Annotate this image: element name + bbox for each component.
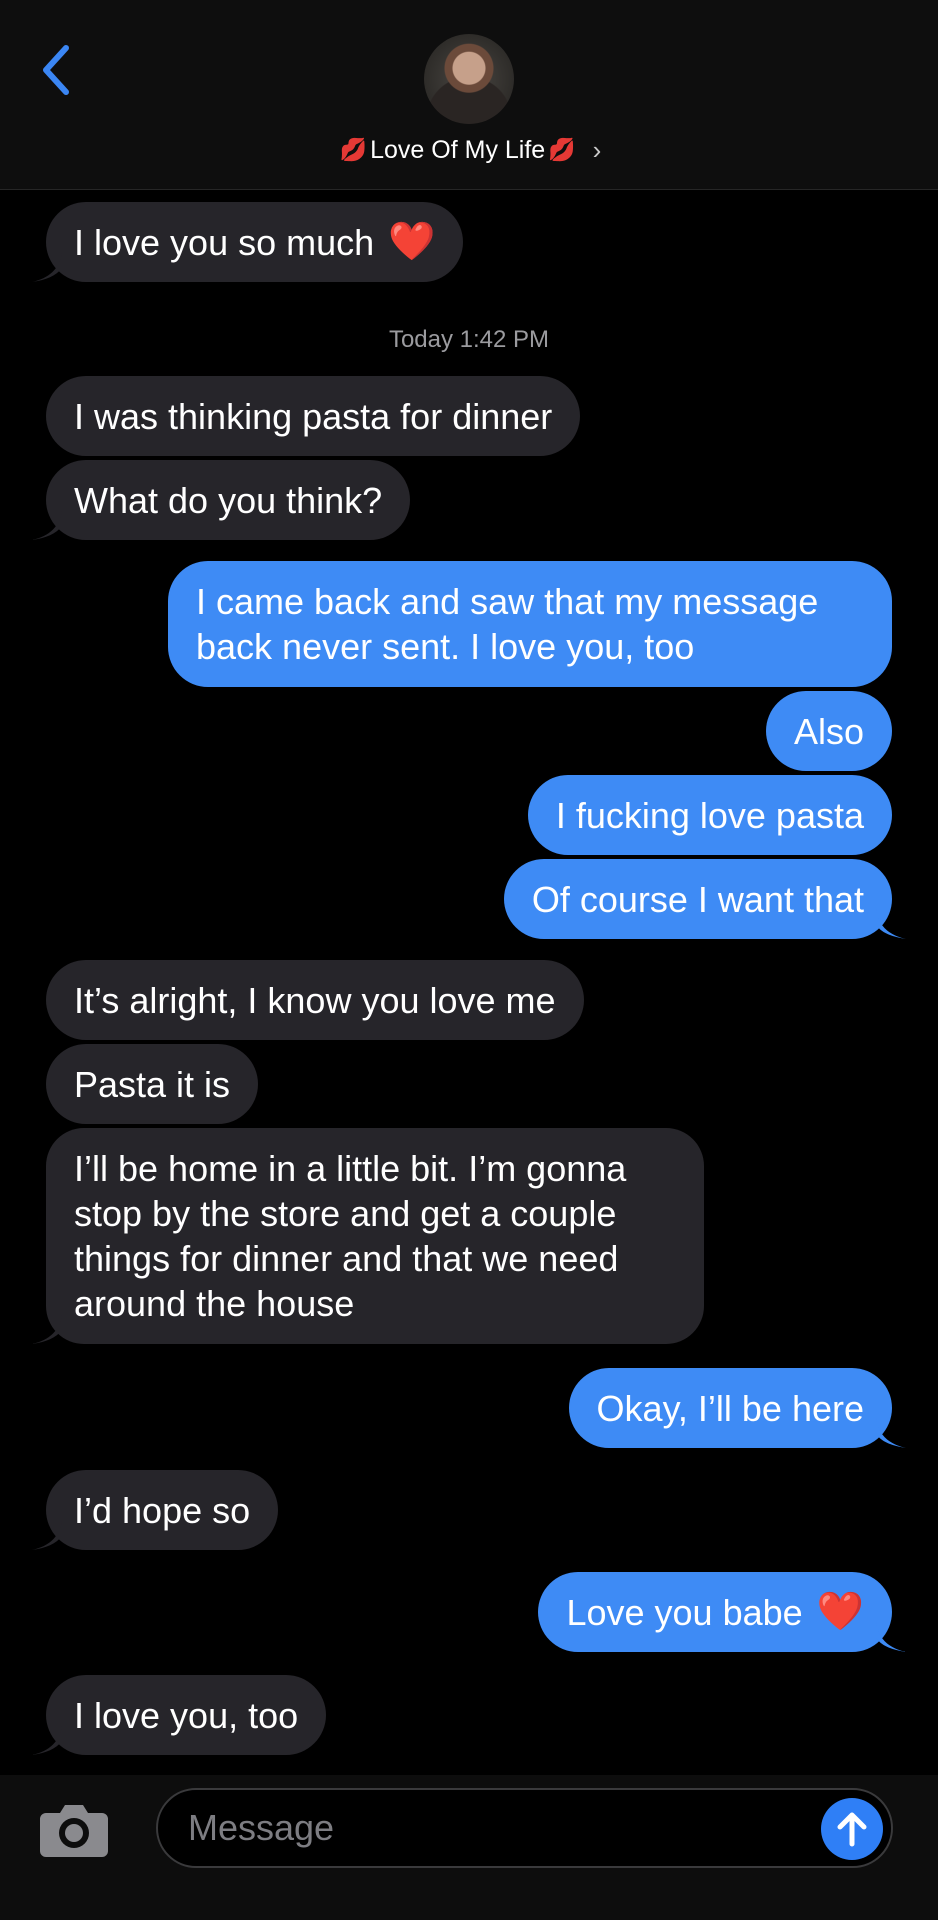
- contact-avatar[interactable]: [424, 34, 514, 124]
- incoming-message[interactable]: I was thinking pasta for dinner: [46, 376, 581, 456]
- camera-button[interactable]: [38, 1799, 110, 1859]
- thread-timestamp: Today 1:42 PM: [388, 326, 550, 353]
- incoming-message[interactable]: I’ll be home in a little bit. I’m gonna …: [32, 1128, 704, 1344]
- message-line: back never sent. I love you, too: [196, 626, 695, 667]
- bubble-tail: [32, 1314, 62, 1344]
- outgoing-message[interactable]: I fucking love pasta: [527, 775, 892, 855]
- back-button[interactable]: [30, 40, 80, 100]
- message-thread[interactable]: I love you so much ❤️ Today 1:42 PM I wa…: [0, 190, 938, 1775]
- bubble-tail: [876, 1622, 906, 1652]
- message-field[interactable]: [156, 1788, 893, 1868]
- heart-emoji: ❤️: [388, 220, 436, 263]
- message-text: I was thinking pasta for dinner: [74, 395, 553, 437]
- message-text: I’d hope so: [74, 1489, 251, 1531]
- contact-name-button[interactable]: 💋 Love Of My Life 💋 ›: [0, 130, 938, 170]
- conversation-header: 💋 Love Of My Life 💋 ›: [0, 0, 938, 190]
- message-text: I love you, too: [74, 1694, 299, 1736]
- incoming-message[interactable]: I love you, too: [32, 1675, 327, 1755]
- message-text: Okay, I’ll be here: [596, 1387, 864, 1429]
- message-line: stop by the store and get a couple: [74, 1193, 617, 1234]
- message-text: I love you so much: [74, 221, 375, 263]
- arrow-up-icon: [837, 1812, 867, 1847]
- outgoing-message[interactable]: Love you babe ❤️: [538, 1572, 906, 1652]
- outgoing-message[interactable]: Also: [765, 691, 892, 771]
- bubble-tail: [32, 252, 62, 282]
- message-text: Of course I want that: [531, 878, 864, 920]
- message-line: I’ll be home in a little bit. I’m gonna: [74, 1148, 627, 1189]
- message-text: Also: [793, 710, 864, 752]
- bubble-tail: [876, 909, 906, 939]
- message-line: around the house: [74, 1283, 355, 1324]
- outgoing-message[interactable]: Okay, I’ll be here: [568, 1368, 906, 1448]
- message-composer: [0, 1775, 938, 1920]
- message-text: I fucking love pasta: [555, 794, 864, 836]
- camera-icon: [40, 1805, 108, 1857]
- incoming-message[interactable]: It’s alright, I know you love me: [46, 960, 584, 1040]
- message-line: things for dinner and that we need: [74, 1238, 619, 1279]
- bubble-tail: [32, 1520, 62, 1550]
- incoming-message[interactable]: Pasta it is: [46, 1044, 259, 1124]
- bubble-tail: [32, 510, 62, 540]
- bubble-tail: [876, 1418, 906, 1448]
- message-input[interactable]: [188, 1790, 788, 1866]
- outgoing-message[interactable]: Of course I want that: [503, 859, 906, 939]
- message-text: What do you think?: [74, 479, 383, 521]
- kiss-emoji-right: 💋: [548, 137, 576, 162]
- send-button[interactable]: [821, 1798, 883, 1860]
- kiss-emoji-left: 💋: [339, 137, 368, 162]
- message-text: Love you babe: [566, 1591, 803, 1633]
- chevron-right-icon: ›: [592, 134, 602, 165]
- contact-name: Love Of My Life: [370, 135, 546, 164]
- incoming-message[interactable]: I’d hope so: [32, 1470, 279, 1550]
- message-text: Pasta it is: [74, 1063, 231, 1105]
- outgoing-message[interactable]: I came back and saw that my message back…: [168, 561, 892, 687]
- incoming-message[interactable]: What do you think?: [32, 460, 411, 540]
- incoming-message[interactable]: I love you so much ❤️: [32, 202, 464, 282]
- chevron-left-icon: [43, 45, 69, 95]
- message-text: It’s alright, I know you love me: [74, 979, 556, 1021]
- bubble-tail: [32, 1725, 62, 1755]
- message-line: I came back and saw that my message: [196, 581, 819, 622]
- heart-emoji: ❤️: [816, 1590, 864, 1633]
